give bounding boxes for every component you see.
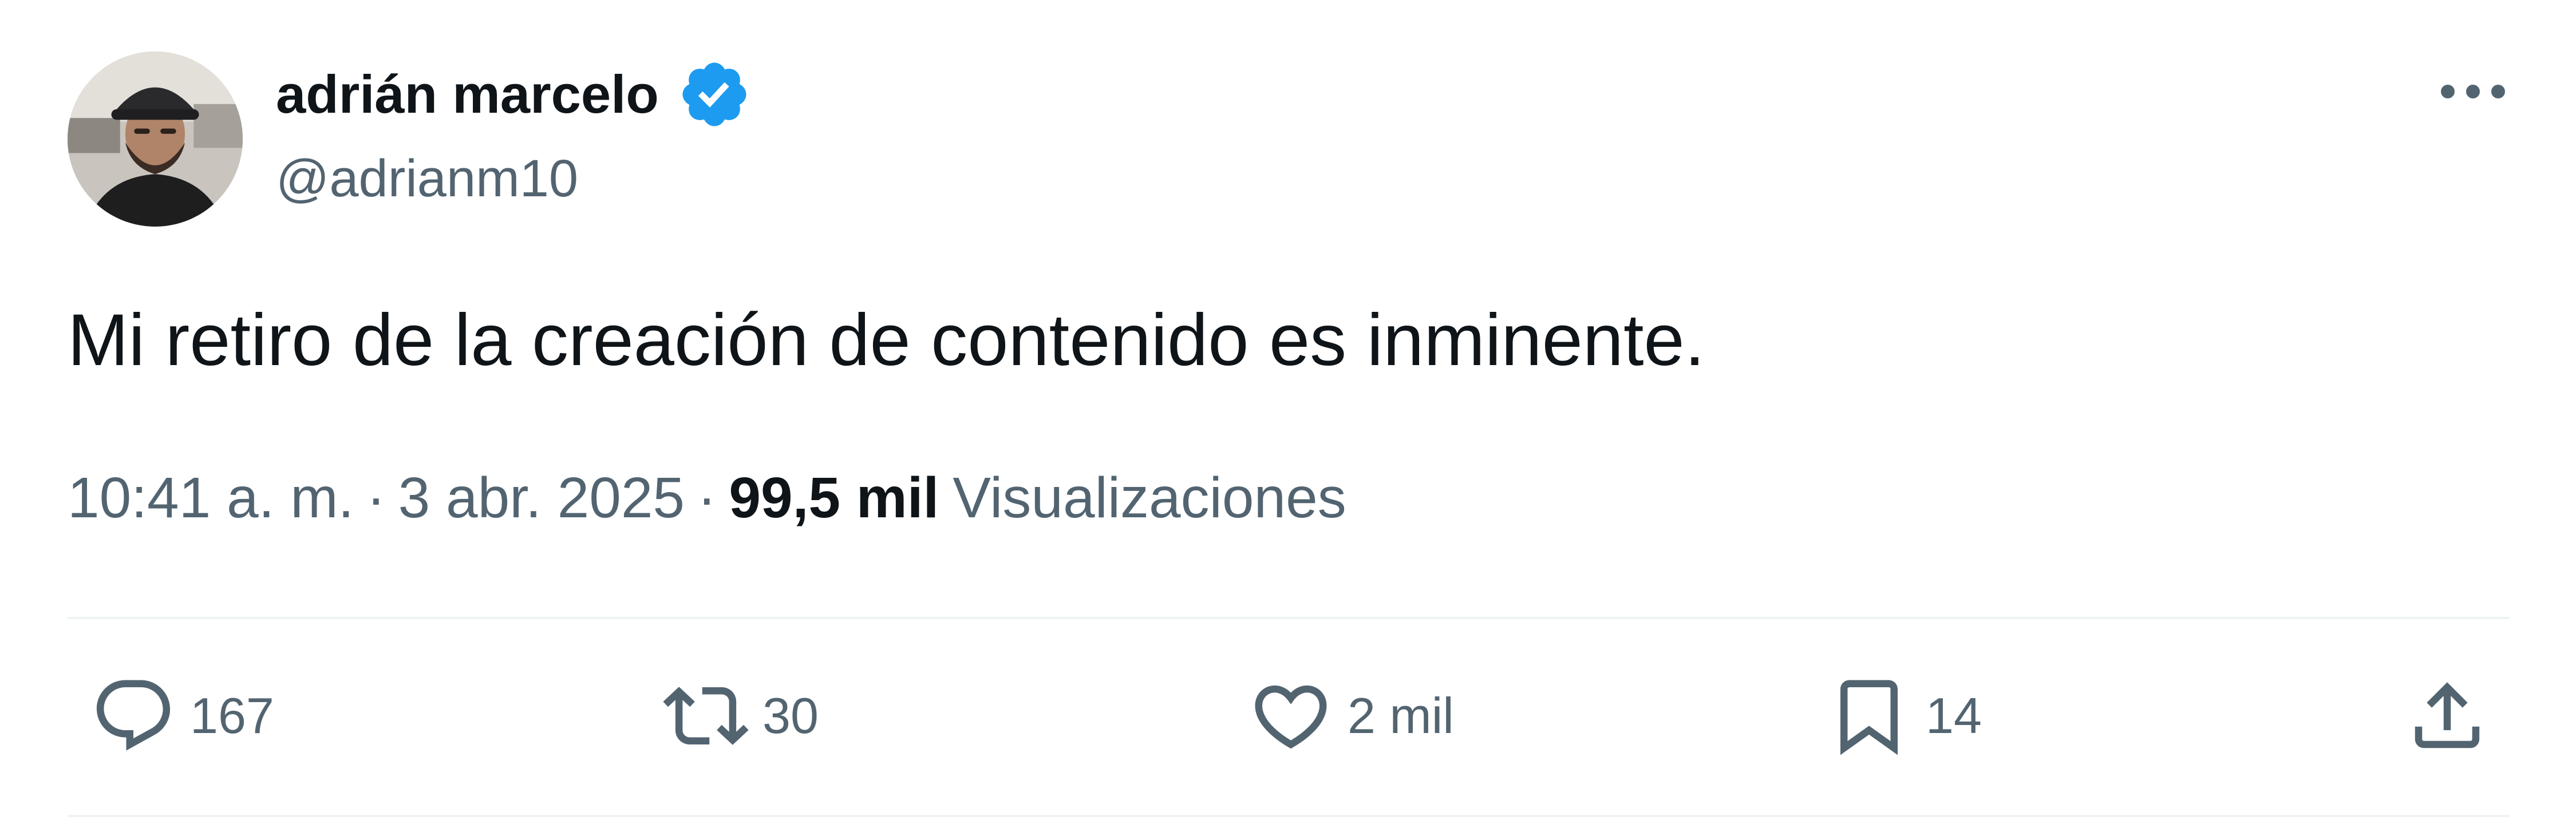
meta-separator: · [366, 466, 386, 530]
retweet-icon [663, 687, 749, 745]
views-label[interactable]: Visualizaciones [953, 462, 1346, 533]
author-display-name[interactable]: adrián marcelo [276, 57, 752, 132]
tweet-date[interactable]: 3 abr. 2025 [398, 462, 685, 533]
author-handle[interactable]: @adrianm10 [276, 145, 578, 212]
like-count: 2 mil [1348, 687, 1454, 744]
bookmark-count: 14 [1926, 687, 1982, 744]
share-icon [2415, 682, 2480, 748]
tweet-meta: 10:41 a. m. · 3 abr. 2025 · 99,5 mil Vis… [68, 462, 1346, 533]
reply-count: 167 [190, 687, 274, 744]
avatar[interactable] [68, 52, 243, 227]
meta-separator: · [697, 466, 717, 530]
reply-button[interactable]: 167 [90, 673, 274, 759]
tweet-text: Mi retiro de la creación de contenido es… [68, 299, 1705, 381]
retweet-button[interactable]: 30 [663, 673, 819, 759]
avatar-photo [68, 52, 243, 227]
divider [68, 617, 2510, 619]
bookmark-icon [1840, 680, 1898, 755]
tweet-card: adrián marcelo @adrianm10 Mi retiro de l… [0, 0, 2576, 820]
views-count[interactable]: 99,5 mil [729, 462, 939, 533]
verified-badge-icon[interactable] [677, 57, 752, 132]
divider [68, 815, 2510, 817]
retweet-count: 30 [762, 687, 819, 744]
tweet-time[interactable]: 10:41 a. m. [68, 462, 354, 533]
like-button[interactable]: 2 mil [1248, 673, 1454, 759]
bookmark-button[interactable]: 14 [1826, 673, 1982, 759]
more-options-icon[interactable] [2436, 69, 2510, 114]
reply-icon [96, 680, 171, 751]
share-button[interactable] [2404, 673, 2490, 759]
heart-icon [1255, 685, 1327, 749]
author-display-name-text[interactable]: adrián marcelo [276, 60, 659, 129]
